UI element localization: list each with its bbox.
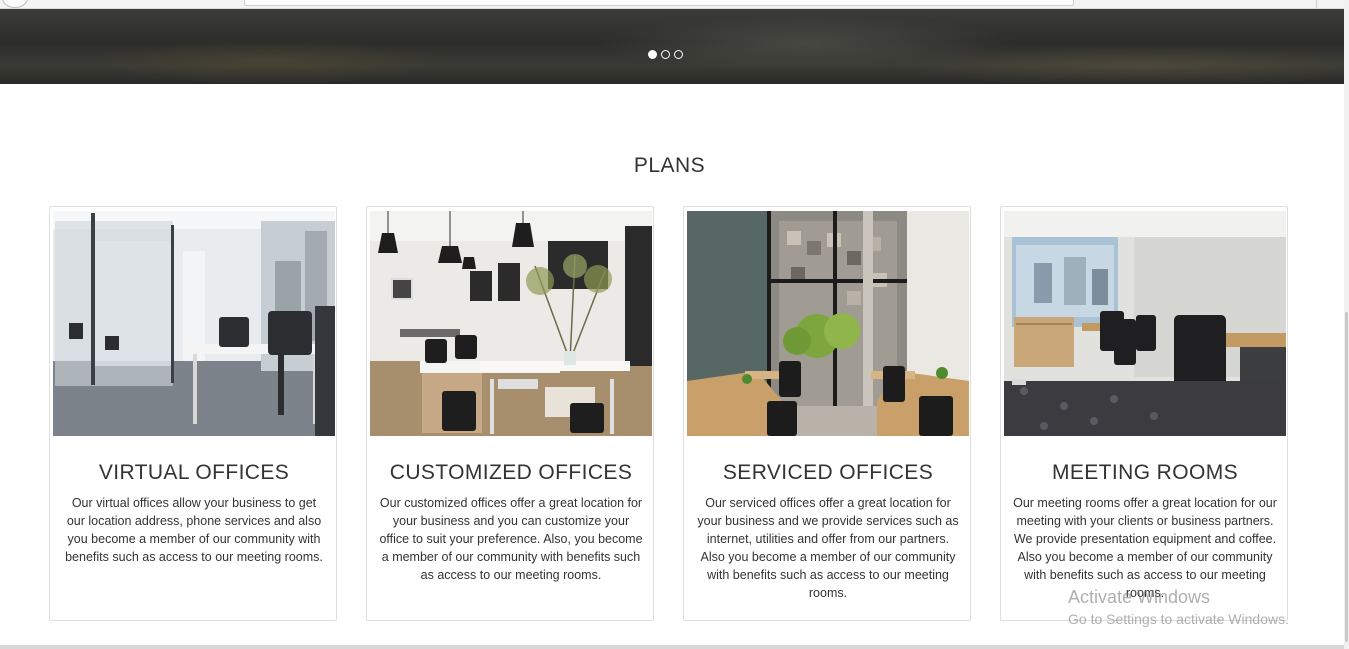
plan-card-serviced-offices[interactable]: SERVICED OFFICES Our serviced offices of… [683,206,971,621]
card-title: VIRTUAL OFFICES [98,461,290,484]
office-with-glass-walls-photo [53,211,335,436]
slider-dot-2[interactable] [661,50,670,59]
card-description: Our serviced offices offer a great locat… [697,496,959,600]
office-with-courtyard-window-photo [687,211,969,436]
slider-dot-3[interactable] [674,50,683,59]
hero-slider [0,9,1344,84]
slider-pagination [648,50,683,59]
card-description: Our virtual offices allow your business … [65,496,323,564]
address-bar[interactable] [244,0,1074,6]
card-description: Our customized offices offer a great loc… [379,496,643,582]
card-description: Our meeting rooms offer a great location… [1013,496,1277,600]
plan-card-customized-offices[interactable]: CUSTOMIZED OFFICES Our customized office… [366,206,654,621]
card-title: MEETING ROOMS [1051,461,1239,484]
browser-toolbar-edge [0,0,1349,9]
browser-button[interactable] [2,0,28,8]
open-plan-office-with-pendant-lights-photo [370,211,652,436]
card-title: SERVICED OFFICES [722,461,934,484]
meeting-room-photo [1004,211,1286,436]
plan-card-virtual-offices[interactable]: VIRTUAL OFFICES Our virtual offices allo… [49,206,337,621]
scrollbar-thumb[interactable] [1345,312,1348,642]
card-title: CUSTOMIZED OFFICES [389,461,633,484]
page: PLANS VIRTUAL OFFICES Our virtual office… [0,0,1349,649]
plan-card-meeting-rooms[interactable]: MEETING ROOMS Our meeting rooms offer a … [1000,206,1288,621]
section-divider [0,645,1344,649]
slider-dot-1[interactable] [648,50,657,59]
toolbar-divider [1316,0,1317,8]
plans-title: PLANS [633,154,706,177]
